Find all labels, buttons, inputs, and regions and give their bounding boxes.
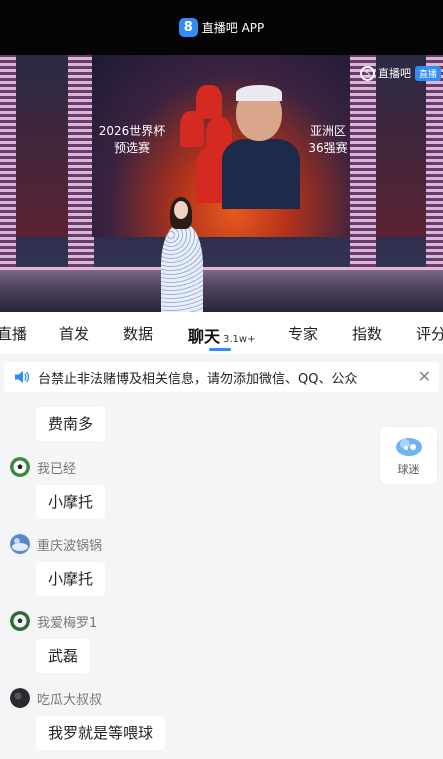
banner-left-line1: 2026世界杯: [98, 124, 166, 138]
app-title: 直播吧 APP: [201, 21, 265, 35]
tab-ratings[interactable]: 评分: [416, 323, 443, 344]
soccer-ball-avatar[interactable]: [10, 611, 30, 631]
chat-message: 我爱梅罗1 武磊: [10, 610, 97, 673]
app-header: 8 直播吧 APP: [0, 0, 443, 55]
player-figure: [196, 147, 224, 203]
tab-bar: 直播 首发 数据 聊天 3.1w+ 专家 指数 评分: [0, 312, 443, 354]
tab-label: 聊天: [188, 327, 221, 346]
tab-label: 直播: [0, 325, 28, 343]
chat-message: 吃瓜大叔叔 我罗就是等喂球: [10, 687, 166, 750]
watermark: S 直播吧 直播: [360, 65, 442, 81]
banner-right: 亚洲区 36强赛: [302, 123, 354, 157]
tab-label: 数据: [123, 325, 154, 343]
chat-user[interactable]: 我已经: [10, 456, 105, 478]
chat-user[interactable]: 重庆波锅锅: [10, 533, 105, 555]
host-face: [174, 201, 188, 219]
notice-bar: 台禁止非法赌博及相关信息，请勿添加微信、QQ、公众 ✕: [4, 362, 439, 392]
chat-user[interactable]: 我爱梅罗1: [10, 610, 97, 632]
banner-right-line2: 36强赛: [308, 141, 348, 155]
chat-bubble: 我罗就是等喂球: [36, 716, 166, 750]
chat-username: 吃瓜大叔叔: [37, 692, 103, 708]
tab-experts[interactable]: 专家: [288, 323, 318, 344]
tab-lineup[interactable]: 首发: [59, 323, 89, 344]
chat-message: 重庆波锅锅 小摩托: [10, 533, 106, 596]
chat-username: 我爱梅罗1: [37, 615, 98, 631]
stage-floor: [0, 270, 443, 312]
app-logo-icon: 8: [178, 18, 198, 37]
tab-live[interactable]: 直播: [0, 323, 27, 344]
tab-label: 首发: [59, 325, 90, 343]
chat-message: 费南多: [10, 407, 106, 441]
speaker-icon: [15, 371, 30, 383]
chat-bubble: 武磊: [36, 639, 91, 673]
chat-bubble: 小摩托: [36, 485, 106, 519]
stage-pillar: [426, 55, 443, 270]
tab-chat[interactable]: 聊天 3.1w+: [188, 323, 255, 347]
tab-label: 指数: [352, 325, 383, 343]
close-icon[interactable]: ✕: [418, 367, 431, 386]
tab-label: 评分: [416, 325, 443, 343]
chat-bubble: 费南多: [36, 407, 106, 441]
fans-button-label: 球迷: [397, 462, 420, 476]
fans-button[interactable]: 球迷: [380, 427, 437, 484]
stage-pillar: [0, 55, 16, 270]
tab-chat-count: 3.1w+: [223, 334, 256, 345]
fans-cloud-icon: [395, 437, 422, 456]
coach-hair: [236, 85, 282, 101]
chat-user[interactable]: 吃瓜大叔叔: [10, 687, 165, 709]
banner-left: 2026世界杯 预选赛: [96, 123, 168, 157]
notice-text: 台禁止非法赌博及相关信息，请勿添加微信、QQ、公众: [38, 371, 358, 387]
watermark-text: 直播吧: [378, 67, 411, 80]
dark-avatar[interactable]: [10, 688, 30, 708]
stage-screen-right: [376, 55, 426, 237]
stage-pillar: [68, 55, 94, 270]
video-player[interactable]: 2026世界杯 预选赛 亚洲区 36强赛 S 直播吧 直播: [0, 55, 443, 312]
stage-screen-left: [16, 55, 68, 237]
host-dress: [161, 225, 203, 312]
banner-right-line1: 亚洲区: [309, 124, 346, 138]
stage-pillar: [350, 55, 376, 270]
chat-message: 我已经 小摩托: [10, 456, 106, 519]
watermark-logo-icon: S: [360, 65, 375, 81]
tab-active-indicator: [209, 348, 231, 351]
chat-username: 我已经: [37, 461, 77, 477]
banner-left-line2: 预选赛: [113, 141, 150, 155]
chat-bubble: 小摩托: [36, 562, 106, 596]
blue-sky-avatar[interactable]: [10, 534, 30, 554]
tab-odds[interactable]: 指数: [352, 323, 382, 344]
tab-stats[interactable]: 数据: [123, 323, 153, 344]
tab-label: 专家: [288, 325, 319, 343]
chat-list[interactable]: 费南多 我已经 小摩托 重庆波锅锅 小摩托 我爱梅罗1 武磊 吃瓜大叔叔 我罗就…: [0, 400, 443, 759]
player-figure: [180, 111, 204, 147]
coach-figure: [222, 139, 300, 209]
soccer-ball-avatar[interactable]: [10, 457, 30, 477]
watermark-badge: 直播: [415, 65, 442, 81]
chat-username: 重庆波锅锅: [37, 538, 103, 554]
